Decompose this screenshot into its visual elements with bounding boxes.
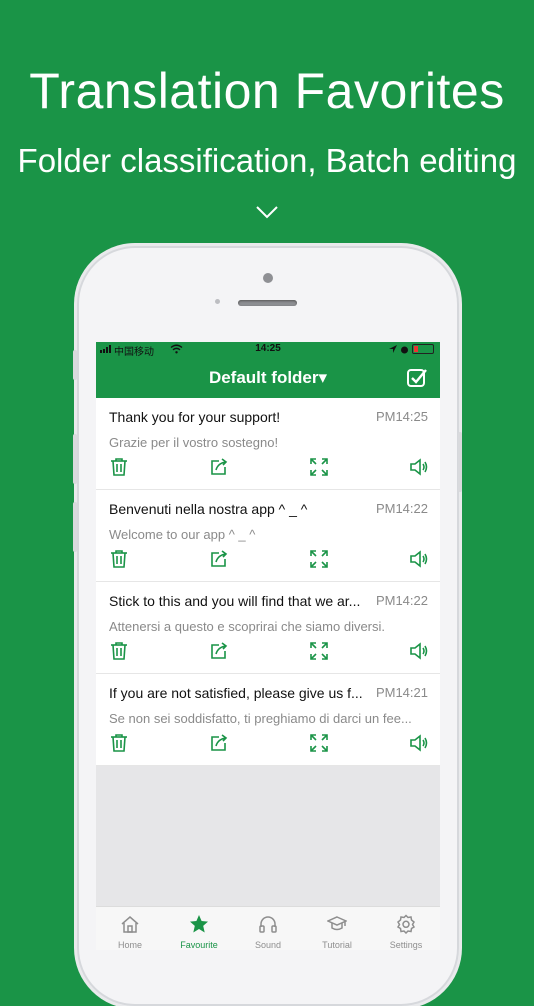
item-time: PM14:21 bbox=[375, 685, 428, 700]
side-button-power bbox=[458, 432, 462, 492]
source-text: If you are not satisfied, please give us… bbox=[109, 685, 363, 701]
side-button-mute bbox=[73, 350, 77, 380]
app-screen: 中国移动 14:25 Default folder▾ Thank you for bbox=[96, 342, 440, 950]
list-item[interactable]: If you are not satisfied, please give us… bbox=[96, 674, 440, 766]
tab-favourite[interactable]: Favourite bbox=[165, 907, 233, 950]
share-icon[interactable] bbox=[209, 641, 229, 661]
tab-label: Favourite bbox=[180, 940, 218, 950]
tab-label: Tutorial bbox=[322, 940, 352, 950]
battery-icon bbox=[412, 344, 434, 354]
caret-down-icon: ▾ bbox=[318, 368, 328, 387]
item-time: PM14:22 bbox=[375, 593, 428, 608]
favorites-list: Thank you for your support! PM14:25 Graz… bbox=[96, 398, 440, 766]
home-icon bbox=[121, 916, 139, 933]
tab-settings[interactable]: Settings bbox=[372, 907, 440, 950]
alarm-icon bbox=[401, 346, 408, 353]
trash-icon[interactable] bbox=[109, 549, 129, 569]
tab-label: Home bbox=[117, 940, 142, 950]
translation-text: Se non sei soddisfatto, ti preghiamo di … bbox=[109, 711, 412, 726]
source-text: Benvenuti nella nostra app ^ _ ^ bbox=[109, 501, 308, 517]
share-icon[interactable] bbox=[209, 549, 229, 569]
location-icon bbox=[389, 345, 397, 353]
earpiece-speaker bbox=[238, 300, 297, 306]
side-button-volume-up bbox=[73, 434, 77, 484]
translation-text: Grazie per il vostro sostegno! bbox=[109, 435, 279, 450]
front-camera bbox=[263, 273, 273, 283]
item-time: PM14:22 bbox=[375, 501, 428, 516]
speaker-icon[interactable] bbox=[409, 641, 429, 661]
graduation-cap-icon bbox=[327, 916, 347, 931]
source-text: Thank you for your support! bbox=[109, 409, 281, 425]
tab-label: Sound bbox=[254, 940, 282, 950]
translation-text: Welcome to our app ^ _ ^ bbox=[109, 527, 256, 542]
tab-bar: Home Favourite Sound Tutorial Settings bbox=[96, 906, 440, 950]
speaker-icon[interactable] bbox=[409, 733, 429, 753]
share-icon[interactable] bbox=[209, 733, 229, 753]
status-bar: 中国移动 14:25 bbox=[96, 342, 440, 358]
trash-icon[interactable] bbox=[109, 733, 129, 753]
tab-sound[interactable]: Sound bbox=[234, 907, 302, 950]
tab-tutorial[interactable]: Tutorial bbox=[303, 907, 371, 950]
fullscreen-icon[interactable] bbox=[309, 641, 329, 661]
folder-title: Default folder bbox=[208, 368, 319, 387]
promo-subtitle: Folder classification, Batch editing bbox=[17, 142, 517, 179]
headphones-icon bbox=[259, 916, 277, 933]
fullscreen-icon[interactable] bbox=[309, 457, 329, 477]
source-text: Stick to this and you will find that we … bbox=[109, 593, 361, 609]
item-time: PM14:25 bbox=[375, 409, 428, 424]
share-icon[interactable] bbox=[209, 457, 229, 477]
fullscreen-icon[interactable] bbox=[309, 549, 329, 569]
chevron-down-icon bbox=[256, 206, 278, 219]
translation-text: Attenersi a questo e scoprirai che siamo… bbox=[109, 619, 386, 634]
speaker-icon[interactable] bbox=[409, 457, 429, 477]
gear-icon bbox=[396, 914, 416, 934]
folder-selector[interactable]: Default folder▾ bbox=[96, 368, 440, 388]
tab-home[interactable]: Home bbox=[96, 907, 164, 950]
trash-icon[interactable] bbox=[109, 457, 129, 477]
batch-edit-checkbox-icon[interactable] bbox=[406, 367, 428, 389]
speaker-icon[interactable] bbox=[409, 549, 429, 569]
tab-label: Settings bbox=[389, 940, 423, 950]
list-item[interactable]: Thank you for your support! PM14:25 Graz… bbox=[96, 398, 440, 490]
nav-bar: Default folder▾ bbox=[96, 356, 440, 398]
side-button-volume-down bbox=[73, 502, 77, 552]
proximity-sensor bbox=[215, 299, 220, 304]
fullscreen-icon[interactable] bbox=[309, 733, 329, 753]
promo-title: Translation Favorites bbox=[29, 63, 505, 119]
status-indicators bbox=[389, 344, 434, 354]
list-item[interactable]: Benvenuti nella nostra app ^ _ ^ PM14:22… bbox=[96, 490, 440, 582]
star-icon bbox=[190, 915, 208, 933]
list-item[interactable]: Stick to this and you will find that we … bbox=[96, 582, 440, 674]
trash-icon[interactable] bbox=[109, 641, 129, 661]
